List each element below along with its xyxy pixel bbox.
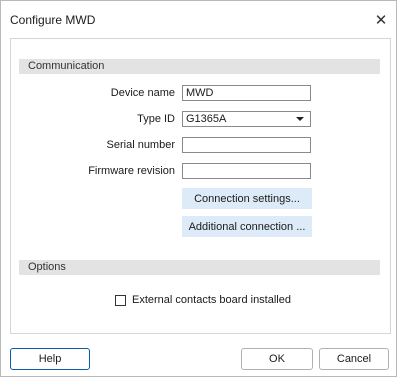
serial-number-label: Serial number xyxy=(106,139,175,151)
communication-section-header: Communication xyxy=(19,59,380,74)
cancel-button[interactable]: Cancel xyxy=(319,348,389,370)
dialog-title: Configure MWD xyxy=(10,13,96,27)
additional-connection-button[interactable]: Additional connection ... xyxy=(182,216,312,237)
type-id-label: Type ID xyxy=(137,113,175,125)
dialog-content xyxy=(10,38,391,334)
type-id-value: G1365A xyxy=(186,113,227,125)
configure-dialog: Configure MWD ✕ Communication Device nam… xyxy=(0,0,397,377)
external-contacts-label: External contacts board installed xyxy=(132,294,291,306)
serial-number-input[interactable] xyxy=(182,137,311,153)
connection-settings-button[interactable]: Connection settings... xyxy=(182,188,312,209)
chevron-down-icon xyxy=(296,117,304,121)
device-name-label: Device name xyxy=(110,87,175,99)
close-icon[interactable]: ✕ xyxy=(370,9,392,31)
ok-button[interactable]: OK xyxy=(241,348,313,370)
external-contacts-option[interactable]: External contacts board installed xyxy=(115,293,291,307)
options-section-header: Options xyxy=(19,260,380,275)
firmware-revision-label: Firmware revision xyxy=(88,165,175,177)
help-button[interactable]: Help xyxy=(10,348,90,370)
external-contacts-checkbox[interactable] xyxy=(115,294,126,306)
device-name-input[interactable] xyxy=(182,85,311,101)
title-bar: Configure MWD ✕ xyxy=(1,1,396,38)
firmware-revision-input[interactable] xyxy=(182,163,311,179)
type-id-select[interactable]: G1365A xyxy=(182,111,311,127)
